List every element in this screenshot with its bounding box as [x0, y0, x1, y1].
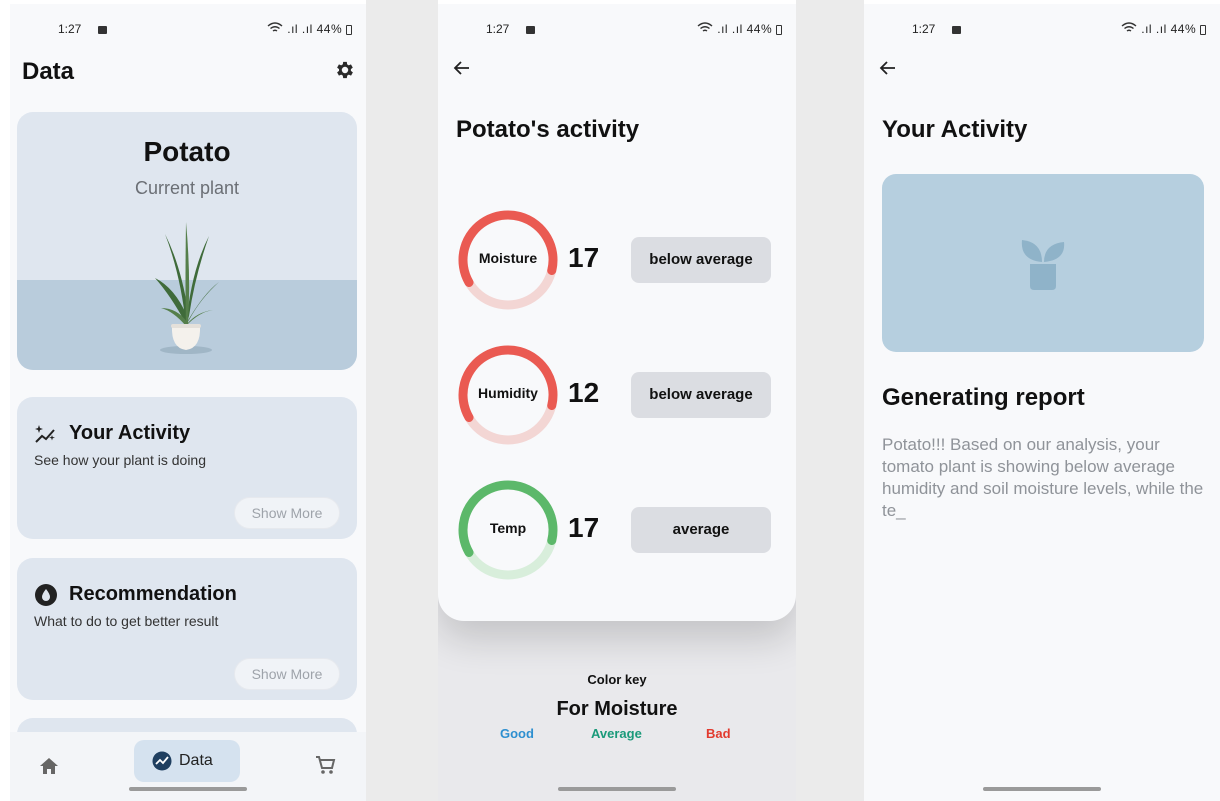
- home-indicator: [129, 787, 247, 791]
- status-time: 1:27: [58, 22, 82, 36]
- battery-percent: 44%: [746, 22, 773, 36]
- key-bad: Bad: [706, 726, 731, 741]
- recommendation-card-subtitle: What to do to get better result: [34, 613, 219, 629]
- activity-title: Potato's activity: [456, 116, 640, 143]
- report-title: Your Activity: [882, 116, 1028, 143]
- temp-status: average: [631, 507, 771, 553]
- key-average: Average: [591, 726, 642, 741]
- hand-drop-icon: [35, 584, 57, 606]
- signal-icon: .ıl .ıl: [1141, 22, 1167, 36]
- signal-icon: .ıl .ıl: [717, 22, 743, 36]
- gear-icon[interactable]: [334, 59, 356, 81]
- image-notification-icon: [526, 26, 535, 34]
- image-notification-icon: [952, 26, 961, 34]
- battery-percent: 44%: [1170, 22, 1197, 36]
- humidity-label: Humidity: [478, 385, 538, 401]
- report-text: Potato!!! Based on our analysis, your to…: [882, 435, 1204, 520]
- plant-subtitle: Current plant: [134, 178, 240, 198]
- signal-icon: .ıl .ıl: [287, 22, 313, 36]
- humidity-status: below average: [631, 372, 771, 418]
- moisture-value: 17: [568, 242, 600, 273]
- sprout-pot-icon: [1021, 240, 1065, 290]
- status-time: 1:27: [912, 22, 936, 36]
- humidity-metric: Humidity 12 below average: [456, 343, 776, 447]
- sparkle-trend-icon: [35, 425, 55, 443]
- recommendation-card[interactable]: Recommendation What to do to get better …: [17, 558, 357, 700]
- status-bar: 1:27 .ıl .ıl 44%: [438, 20, 796, 40]
- battery-icon: [346, 24, 352, 35]
- screenshot-stage: 1:27 .ıl .ıl 44% Data Potato Current pla…: [0, 0, 1220, 801]
- color-key-subheading: For Moisture: [556, 698, 678, 720]
- battery-percent: 44%: [316, 22, 343, 36]
- cart-icon[interactable]: [314, 754, 336, 776]
- data-screen: 1:27 .ıl .ıl 44% Data Potato Current pla…: [10, 4, 366, 801]
- plant-name: Potato: [143, 136, 231, 167]
- nav-data-label: Data: [179, 752, 213, 769]
- temp-metric: Temp 17 average: [456, 478, 776, 582]
- wifi-icon: [267, 22, 283, 32]
- activity-show-more-button[interactable]: Show More: [234, 497, 340, 529]
- humidity-value: 12: [568, 377, 600, 408]
- activity-card-title: Your Activity: [69, 422, 191, 444]
- activity-card-subtitle: See how your plant is doing: [34, 452, 206, 468]
- activity-screen: 1:27 .ıl .ıl 44% Potato's activity Moist…: [438, 4, 796, 801]
- image-notification-icon: [98, 26, 107, 34]
- report-banner: [882, 174, 1204, 352]
- battery-icon: [776, 24, 782, 35]
- temp-label: Temp: [489, 520, 527, 536]
- back-arrow-icon[interactable]: [878, 58, 898, 78]
- recommendation-card-title: Recommendation: [69, 583, 237, 605]
- divider: [796, 0, 864, 801]
- status-bar: 1:27 .ıl .ıl 44%: [10, 20, 366, 40]
- color-key-heading: Color key: [587, 672, 647, 687]
- wifi-icon: [1121, 22, 1137, 32]
- moisture-metric: Moisture 17 below average: [456, 208, 776, 312]
- recommendation-show-more-button[interactable]: Show More: [234, 658, 340, 690]
- activity-card[interactable]: Your Activity See how your plant is doin…: [17, 397, 357, 539]
- status-bar: 1:27 .ıl .ıl 44%: [864, 20, 1220, 40]
- nav-data-tab[interactable]: Data: [134, 740, 240, 782]
- activity-sheet: 1:27 .ıl .ıl 44% Potato's activity Moist…: [438, 4, 796, 621]
- divider: [366, 0, 438, 801]
- current-plant-card[interactable]: Potato Current plant: [17, 112, 357, 370]
- wifi-icon: [697, 22, 713, 32]
- key-good: Good: [500, 726, 534, 741]
- back-arrow-icon[interactable]: [452, 58, 472, 78]
- home-indicator: [983, 787, 1101, 791]
- report-screen: 1:27 .ıl .ıl 44% Your Activity Generatin…: [864, 4, 1220, 801]
- home-indicator: [558, 787, 676, 791]
- trending-chart-icon: [152, 751, 172, 771]
- moisture-label: Moisture: [478, 250, 538, 266]
- battery-icon: [1200, 24, 1206, 35]
- page-title: Data: [22, 58, 75, 85]
- status-time: 1:27: [486, 22, 510, 36]
- temp-value: 17: [568, 512, 600, 543]
- home-icon[interactable]: [38, 756, 60, 776]
- moisture-status: below average: [631, 237, 771, 283]
- report-heading: Generating report: [882, 384, 1085, 411]
- potted-plant-image: [155, 222, 219, 354]
